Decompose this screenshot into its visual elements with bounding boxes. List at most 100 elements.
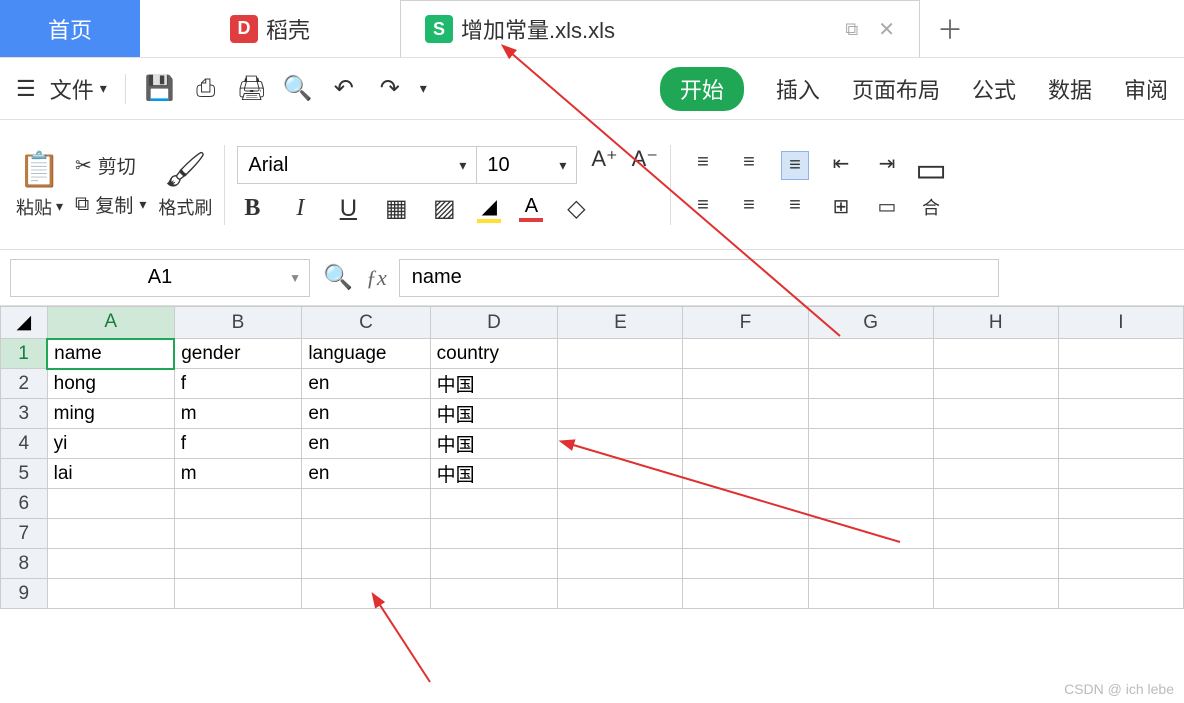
cell-E4[interactable] — [558, 429, 683, 459]
col-header-G[interactable]: G — [808, 307, 933, 339]
cell-F1[interactable] — [683, 339, 808, 369]
font-name-select[interactable]: Arial▾ — [237, 146, 477, 184]
cell-I5[interactable] — [1058, 459, 1183, 489]
col-header-A[interactable]: A — [47, 307, 174, 339]
cell-A9[interactable] — [47, 579, 174, 609]
col-header-C[interactable]: C — [302, 307, 430, 339]
cell-G3[interactable] — [808, 399, 933, 429]
cell-B5[interactable]: m — [174, 459, 302, 489]
cell-D7[interactable] — [430, 519, 558, 549]
cell-F3[interactable] — [683, 399, 808, 429]
cell-H6[interactable] — [933, 489, 1058, 519]
row-header-4[interactable]: 4 — [1, 429, 48, 459]
col-header-H[interactable]: H — [933, 307, 1058, 339]
file-menu[interactable]: 文件 ▾ — [50, 73, 107, 105]
cell-C8[interactable] — [302, 549, 430, 579]
save-as-icon[interactable]: ⎙ — [190, 75, 222, 103]
cell-G6[interactable] — [808, 489, 933, 519]
align-bottom-icon[interactable]: ≡ — [781, 151, 809, 180]
fill-color-button[interactable]: ◢ — [477, 194, 501, 223]
new-tab-button[interactable]: ＋ — [920, 0, 980, 57]
cell-F2[interactable] — [683, 369, 808, 399]
preview-icon[interactable]: 🔍 — [282, 74, 314, 103]
cell-I1[interactable] — [1058, 339, 1183, 369]
paste-button[interactable]: 📋 粘贴▾ — [16, 150, 63, 220]
fx-icon[interactable]: ƒx — [366, 265, 387, 291]
cell-B9[interactable] — [174, 579, 302, 609]
cell-I7[interactable] — [1058, 519, 1183, 549]
cell-H9[interactable] — [933, 579, 1058, 609]
cell-H5[interactable] — [933, 459, 1058, 489]
cell-H3[interactable] — [933, 399, 1058, 429]
cell-A5[interactable]: lai — [47, 459, 174, 489]
row-header-9[interactable]: 9 — [1, 579, 48, 609]
align-center-icon[interactable]: ≡ — [735, 194, 763, 219]
wrap-text-icon[interactable]: ⊞ — [827, 194, 855, 219]
ribbon-insert[interactable]: 插入 — [776, 73, 820, 105]
tab-active-file[interactable]: S 增加常量.xls.xls ⧉ ✕ — [400, 0, 920, 57]
cell-F8[interactable] — [683, 549, 808, 579]
bold-button[interactable]: B — [237, 195, 267, 222]
cell-B7[interactable] — [174, 519, 302, 549]
cell-E2[interactable] — [558, 369, 683, 399]
cell-C4[interactable]: en — [302, 429, 430, 459]
cell-E7[interactable] — [558, 519, 683, 549]
cell-A4[interactable]: yi — [47, 429, 174, 459]
cell-G2[interactable] — [808, 369, 933, 399]
print-icon[interactable]: 🖨 — [236, 74, 268, 103]
cell-I6[interactable] — [1058, 489, 1183, 519]
cell-C7[interactable] — [302, 519, 430, 549]
row-header-1[interactable]: 1 — [1, 339, 48, 369]
cell-E8[interactable] — [558, 549, 683, 579]
window-pod-icon[interactable]: ⧉ — [845, 19, 858, 40]
row-header-5[interactable]: 5 — [1, 459, 48, 489]
cell-G7[interactable] — [808, 519, 933, 549]
cell-F9[interactable] — [683, 579, 808, 609]
cell-B4[interactable]: f — [174, 429, 302, 459]
formula-input[interactable]: name — [399, 259, 999, 297]
eraser-button[interactable]: ◇ — [561, 194, 591, 223]
cell-D3[interactable]: 中国 — [430, 399, 558, 429]
cell-A6[interactable] — [47, 489, 174, 519]
cell-E9[interactable] — [558, 579, 683, 609]
cell-B3[interactable]: m — [174, 399, 302, 429]
col-header-D[interactable]: D — [430, 307, 558, 339]
col-header-I[interactable]: I — [1058, 307, 1183, 339]
row-header-8[interactable]: 8 — [1, 549, 48, 579]
ribbon-data[interactable]: 数据 — [1048, 73, 1092, 105]
cell-D2[interactable]: 中国 — [430, 369, 558, 399]
tab-home[interactable]: 首页 — [0, 0, 140, 57]
cell-C2[interactable]: en — [302, 369, 430, 399]
cell-H2[interactable] — [933, 369, 1058, 399]
close-icon[interactable]: ✕ — [878, 17, 895, 42]
cell-A8[interactable] — [47, 549, 174, 579]
cell-D6[interactable] — [430, 489, 558, 519]
cell-I9[interactable] — [1058, 579, 1183, 609]
cell-E1[interactable] — [558, 339, 683, 369]
font-size-select[interactable]: 10▾ — [477, 146, 577, 184]
cell-C6[interactable] — [302, 489, 430, 519]
cell-H4[interactable] — [933, 429, 1058, 459]
row-header-6[interactable]: 6 — [1, 489, 48, 519]
cell-C3[interactable]: en — [302, 399, 430, 429]
align-right-icon[interactable]: ≡ — [781, 194, 809, 219]
cell-D4[interactable]: 中国 — [430, 429, 558, 459]
cell-F7[interactable] — [683, 519, 808, 549]
col-header-B[interactable]: B — [174, 307, 302, 339]
align-top-icon[interactable]: ≡ — [689, 151, 717, 180]
save-icon[interactable]: 💾 — [144, 74, 176, 103]
indent-dec-icon[interactable]: ⇤ — [827, 151, 855, 180]
cell-E6[interactable] — [558, 489, 683, 519]
cell-H7[interactable] — [933, 519, 1058, 549]
cell-G5[interactable] — [808, 459, 933, 489]
cell-D5[interactable]: 中国 — [430, 459, 558, 489]
row-header-2[interactable]: 2 — [1, 369, 48, 399]
cell-A3[interactable]: ming — [47, 399, 174, 429]
tab-docshell[interactable]: D 稻壳 — [140, 0, 400, 57]
ribbon-start[interactable]: 开始 — [660, 67, 744, 111]
cell-B1[interactable]: gender — [174, 339, 302, 369]
cell-C5[interactable]: en — [302, 459, 430, 489]
cell-F5[interactable] — [683, 459, 808, 489]
cell-G1[interactable] — [808, 339, 933, 369]
cell-G8[interactable] — [808, 549, 933, 579]
